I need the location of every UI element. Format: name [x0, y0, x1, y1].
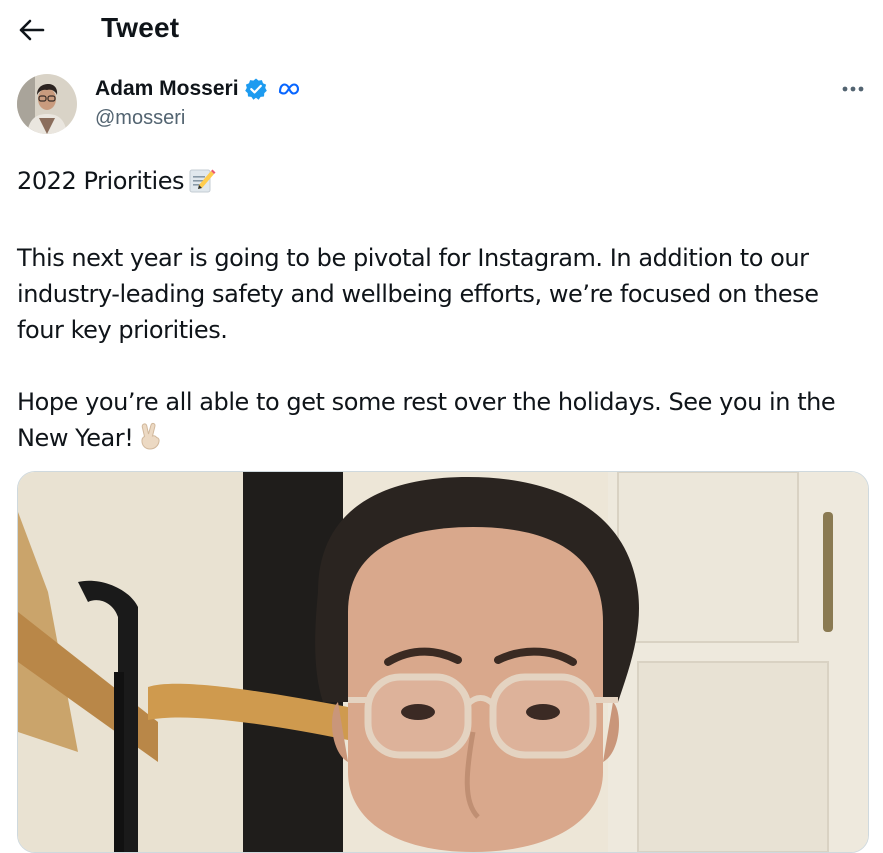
- tweet-line-3: Hope you’re all able to get some rest ov…: [17, 384, 857, 461]
- memo-emoji-icon: [188, 166, 216, 204]
- tweet-line-1: 2022 Priorities: [17, 163, 857, 204]
- arrow-left-icon: [19, 19, 45, 41]
- avatar[interactable]: [17, 74, 77, 134]
- victory-hand-emoji-icon: [137, 421, 163, 461]
- page-title: Tweet: [101, 12, 180, 43]
- tweet-header: Tweet: [0, 0, 883, 60]
- author-name[interactable]: Adam Mosseri: [95, 77, 239, 101]
- tweet-text: 2022 Priorities This next year is going …: [17, 163, 857, 461]
- tweet-video-media[interactable]: [17, 471, 869, 853]
- tweet-paragraph-2: This next year is going to be pivotal fo…: [17, 244, 819, 344]
- meta-logo-icon[interactable]: [278, 82, 300, 96]
- more-horizontal-icon: [842, 86, 864, 92]
- author-handle[interactable]: @mosseri: [95, 107, 185, 130]
- video-frame-image: [18, 472, 868, 852]
- tweet-heading: 2022 Priorities: [17, 167, 185, 195]
- author-name-row: Adam Mosseri: [95, 76, 300, 102]
- more-button[interactable]: [838, 78, 868, 100]
- verified-badge-icon[interactable]: [244, 77, 268, 101]
- back-button[interactable]: [14, 12, 50, 48]
